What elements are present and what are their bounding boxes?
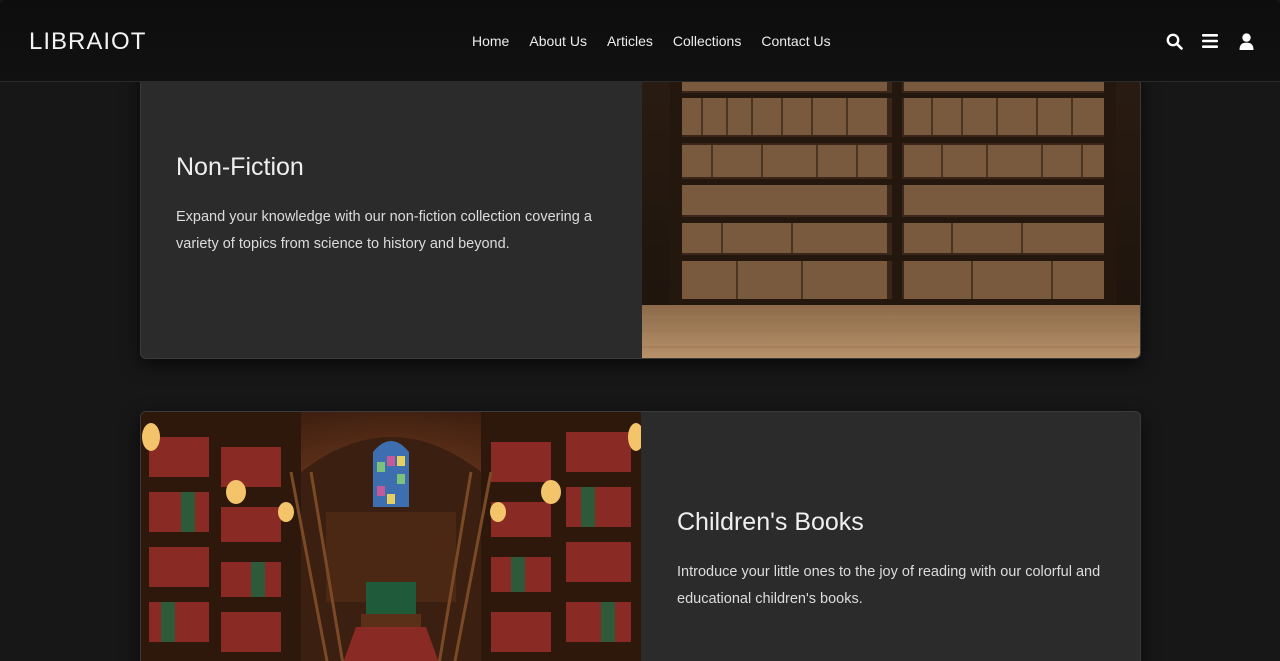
menu-icon[interactable] bbox=[1201, 32, 1219, 50]
nav-contact-us[interactable]: Contact Us bbox=[761, 33, 830, 49]
main-nav: Home About Us Articles Collections Conta… bbox=[472, 33, 831, 49]
nav-home[interactable]: Home bbox=[472, 33, 509, 49]
collection-description: Introduce your little ones to the joy of… bbox=[677, 564, 1101, 607]
page: LIBRAIOT Home About Us Articles Collecti… bbox=[0, 0, 1280, 661]
header-actions bbox=[1165, 32, 1255, 50]
nav-collections[interactable]: Collections bbox=[673, 33, 741, 49]
bookshelf-image bbox=[642, 61, 1140, 358]
navbar: LIBRAIOT Home About Us Articles Collecti… bbox=[0, 0, 1280, 82]
nav-about-us[interactable]: About Us bbox=[529, 33, 587, 49]
search-icon[interactable] bbox=[1165, 32, 1183, 50]
collection-card-non-fiction[interactable]: Non-Fiction Expand your knowledge with o… bbox=[140, 60, 1141, 359]
collection-title: Non-Fiction bbox=[176, 153, 304, 181]
user-icon[interactable] bbox=[1237, 32, 1255, 50]
collection-card-childrens-books[interactable]: Children's Books Introduce your little o… bbox=[140, 411, 1141, 661]
library-hall-image bbox=[141, 412, 641, 661]
nav-articles[interactable]: Articles bbox=[607, 33, 653, 49]
card-text: Children's Books Introduce your little o… bbox=[642, 412, 1140, 661]
card-text: Non-Fiction Expand your knowledge with o… bbox=[141, 61, 641, 358]
brand-logo[interactable]: LIBRAIOT bbox=[29, 28, 146, 56]
collection-description: Expand your knowledge with our non-ficti… bbox=[176, 209, 592, 252]
collection-title: Children's Books bbox=[677, 508, 864, 536]
